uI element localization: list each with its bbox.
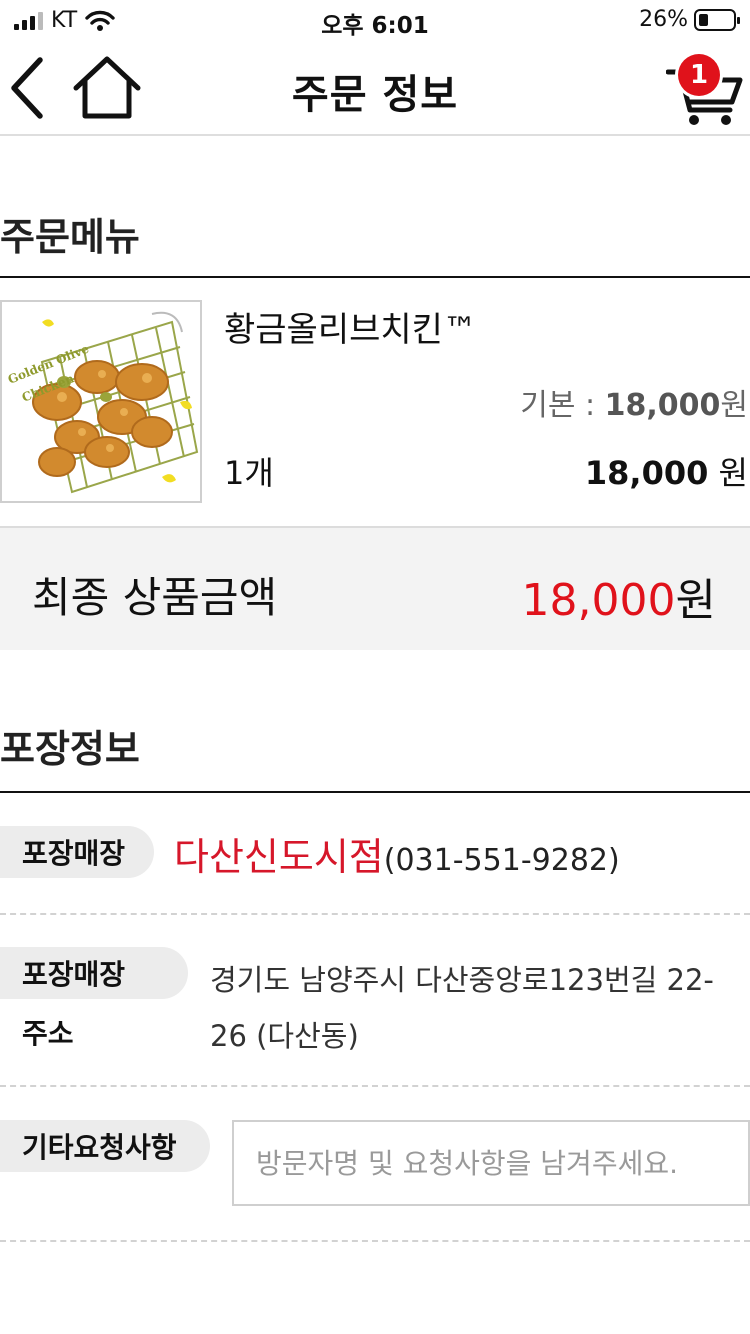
store-address: 경기도 남양주시 다산중앙로123번길 22-26 (다산동) [210, 963, 714, 1053]
request-label-pill: 기타요청사항 [0, 1120, 210, 1172]
battery-icon [694, 8, 740, 31]
page-title: 주문 정보 [291, 72, 459, 118]
menu-item-price: 18,000 원 [585, 448, 748, 494]
battery-percent: 26% [639, 7, 688, 32]
base-price-label: 기본 : [520, 388, 605, 423]
address-label-pill: 포장매장 [0, 947, 188, 999]
divider [0, 276, 750, 278]
total-label: 최종 상품금액 [32, 573, 278, 622]
battery-fill [699, 13, 708, 26]
store-name: 다산신도시점(031-551-9282) [174, 826, 620, 881]
status-right: 26% [639, 7, 740, 32]
item-price-unit: 원 [708, 454, 748, 492]
pickup-info-title: 포장정보 [0, 727, 140, 771]
cart-button[interactable]: 1 [665, 50, 746, 126]
divider-dashed [0, 1240, 750, 1242]
total-amount: 18,000원 [522, 564, 716, 628]
status-time: 오후 6:01 [321, 13, 429, 39]
store-name-text: 다산신도시점 [174, 835, 384, 879]
item-price-value: 18,000 [584, 454, 709, 492]
divider-dashed [0, 1085, 750, 1087]
store-phone[interactable]: (031-551-9282) [384, 843, 620, 878]
divider-dashed [0, 913, 750, 915]
menu-item-base-price: 기본 : 18,000원 [520, 380, 748, 424]
request-input[interactable] [232, 1120, 750, 1206]
address-label-line2: 주소 [22, 1017, 74, 1050]
total-box: 최종 상품금액 18,000원 [0, 526, 750, 650]
order-menu-title: 주문메뉴 [0, 215, 140, 259]
base-price-unit: 원 [720, 388, 748, 423]
store-label-pill: 포장매장 [0, 826, 154, 878]
status-bar: KT 오후 6:01 26% [0, 0, 750, 40]
menu-item-name: 황금올리브치킨™ [224, 310, 477, 350]
menu-item-image: Golden Olive Chicken [0, 300, 202, 503]
cart-count-badge: 1 [678, 54, 720, 96]
total-amount-unit: 원 [675, 575, 716, 626]
total-amount-value: 18,000 [521, 575, 676, 626]
header: 주문 정보 1 [0, 40, 750, 136]
divider [0, 791, 750, 793]
menu-item-quantity: 1개 [224, 454, 274, 492]
base-price-value: 18,000 [604, 388, 721, 423]
